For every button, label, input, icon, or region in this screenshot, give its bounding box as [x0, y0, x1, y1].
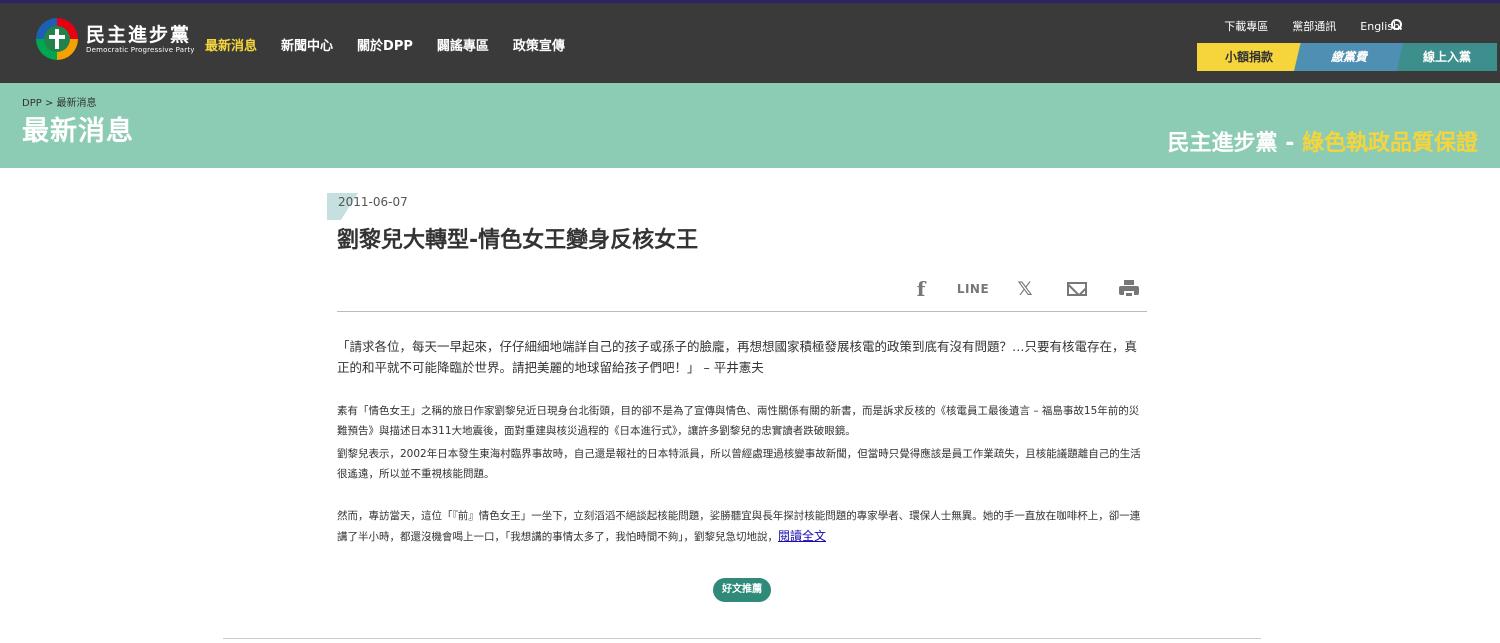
read-more-link[interactable]: 閱讀全文 [778, 529, 826, 543]
line-icon: LINE [956, 282, 990, 296]
article-paragraph-3-text: 然而，專訪當天，這位「『前』情色女王」一坐下，立刻滔滔不絕談起核能問題，娑勝聽宜… [337, 510, 1141, 543]
slogan-prefix: 民主進步黨 - [1167, 131, 1302, 156]
nav-policy-promotion[interactable]: 政策宣傳 [513, 35, 565, 54]
membership-fee-button[interactable]: 繳黨費 [1294, 43, 1404, 71]
action-buttons: 小額捐款 繳黨費 線上入黨 [1197, 43, 1497, 71]
article-quote: 「請求各位，每天一早起來，仔仔細細地端詳自己的孩子或孫子的臉龐，再想想國家積極發… [337, 339, 1138, 375]
util-download[interactable]: 下載專區 [1224, 18, 1268, 34]
share-x-button[interactable]: 𝕏 [999, 278, 1051, 300]
search-icon[interactable] [1391, 19, 1402, 30]
x-icon: 𝕏 [1017, 278, 1033, 300]
logo-chinese-name: 民主進步黨 [86, 23, 192, 46]
nav-about-dpp[interactable]: 關於DPP [357, 35, 413, 54]
page-banner: DPP > 最新消息 最新消息 民主進步黨 - 綠色執政品質保證 [0, 83, 1500, 168]
dpp-logo-icon [36, 18, 78, 60]
article-paragraph-2: 劉黎兒表示，2002年日本發生東海村臨界事故時，自己還是報社的日本特派員，所以曾… [337, 448, 1141, 480]
util-party-directory[interactable]: 黨部通訊 [1292, 18, 1336, 34]
nav-latest-news[interactable]: 最新消息 [205, 35, 257, 54]
article-paragraph-1: 素有「情色女王」之稱的旅日作家劉黎兒近日現身台北街頭，目的卻不是為了宣傳與情色、… [337, 405, 1140, 437]
top-navigation-bar: 民主進步黨 Democratic Progressive Party 最新消息 … [0, 0, 1500, 83]
print-button[interactable] [1103, 278, 1155, 300]
slogan: 民主進步黨 - 綠色執政品質保證 [1168, 125, 1478, 157]
logo-english-name: Democratic Progressive Party [86, 45, 195, 54]
dpp-logo[interactable]: 民主進步黨 Democratic Progressive Party [36, 18, 195, 60]
facebook-icon: f [916, 277, 926, 301]
mail-icon [1067, 282, 1087, 296]
recommend-button[interactable]: 好文推薦 [713, 578, 771, 602]
share-line-button[interactable]: LINE [947, 278, 999, 300]
title-divider [337, 311, 1147, 312]
print-icon [1119, 280, 1139, 298]
article-date: 2011-06-07 [338, 195, 408, 209]
join-online-button[interactable]: 線上入黨 [1397, 43, 1497, 71]
article-title: 劉黎兒大轉型-情色女王變身反核女王 [337, 228, 699, 253]
nav-rumor-clarification[interactable]: 闢謠專區 [437, 35, 489, 54]
slogan-highlight: 綠色執政品質保證 [1301, 131, 1478, 156]
share-facebook-button[interactable]: f [895, 277, 947, 301]
share-bar: f LINE 𝕏 [895, 277, 1155, 301]
share-email-button[interactable] [1051, 278, 1103, 300]
nav-news-center[interactable]: 新聞中心 [281, 35, 333, 54]
footer-divider [223, 638, 1261, 639]
breadcrumb[interactable]: DPP > 最新消息 [22, 94, 97, 109]
utility-nav: 下載專區 黨部通訊 English [1224, 18, 1400, 34]
main-nav: 最新消息 新聞中心 關於DPP 闢謠專區 政策宣傳 [205, 35, 565, 54]
donate-button[interactable]: 小額捐款 [1197, 43, 1301, 71]
page-title: 最新消息 [22, 116, 134, 147]
article-paragraph-3: 然而，專訪當天，這位「『前』情色女王」一坐下，立刻滔滔不絕談起核能問題，娑勝聽宜… [337, 506, 1147, 547]
